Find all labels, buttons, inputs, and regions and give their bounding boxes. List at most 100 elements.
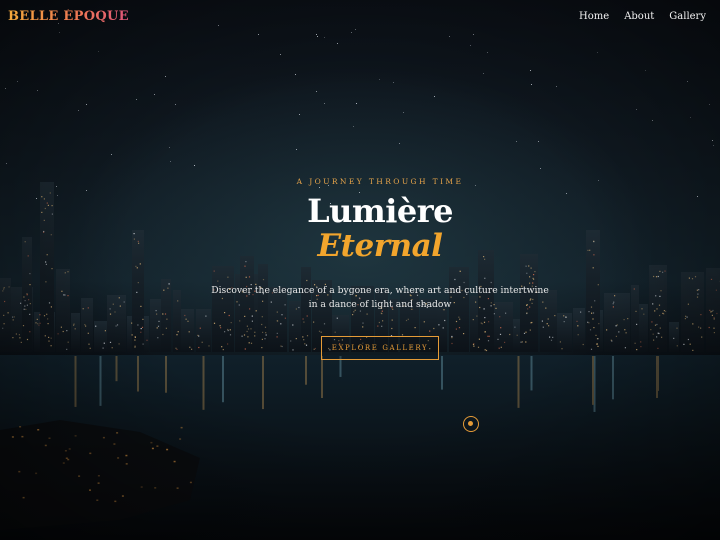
lit-window: [230, 322, 232, 324]
lit-window: [651, 321, 653, 323]
lit-window: [526, 272, 528, 274]
lit-window: [612, 306, 614, 308]
lit-window: [62, 330, 64, 333]
nav-item-home[interactable]: Home: [579, 11, 609, 22]
lit-window: [658, 304, 661, 306]
lit-window: [241, 335, 243, 337]
lit-window: [246, 330, 248, 333]
lit-window: [158, 320, 160, 322]
lit-window: [652, 303, 654, 305]
lit-window: [84, 324, 86, 326]
lit-window: [451, 337, 453, 339]
lit-window: [590, 306, 593, 308]
explore-gallery-button[interactable]: EXPLORE GALLERY: [321, 336, 439, 360]
lit-window: [463, 281, 465, 284]
lit-window: [8, 286, 10, 288]
lit-window: [189, 346, 191, 348]
lit-window: [227, 343, 229, 345]
scroll-down-circle-icon[interactable]: [463, 416, 479, 432]
nav-item-gallery[interactable]: Gallery: [669, 11, 706, 22]
lit-window: [3, 314, 5, 316]
lit-window: [580, 311, 582, 313]
lit-window: [561, 348, 563, 350]
water-reflection: [99, 356, 102, 406]
lit-window: [715, 289, 717, 291]
lit-window: [686, 316, 688, 318]
nav-item-about[interactable]: About: [624, 11, 654, 22]
water-reflection: [262, 356, 264, 410]
lit-window: [477, 346, 480, 348]
lit-window: [198, 346, 200, 349]
lit-window: [654, 310, 656, 312]
site-logo[interactable]: BELLE ÉPOQUE: [8, 9, 129, 24]
lit-window: [472, 343, 475, 346]
lit-window: [63, 294, 65, 296]
lit-window: [676, 327, 678, 329]
pier-light: [48, 437, 51, 439]
lit-window: [250, 328, 252, 330]
lit-window: [484, 349, 486, 351]
lit-window: [24, 300, 26, 302]
lit-window: [12, 337, 14, 339]
lit-window: [134, 346, 136, 348]
lit-window: [423, 321, 425, 323]
lit-window: [458, 316, 460, 318]
skyline-building: [573, 308, 585, 352]
lit-window: [624, 329, 626, 331]
lit-window: [659, 295, 661, 297]
lit-window: [616, 324, 618, 326]
pier-light: [140, 486, 143, 488]
lit-window: [589, 329, 592, 331]
lit-window: [318, 330, 321, 332]
lit-window: [509, 333, 511, 336]
lit-window: [593, 327, 595, 329]
lit-window: [248, 342, 250, 344]
lit-window: [224, 331, 226, 333]
lit-window: [713, 327, 715, 329]
water-reflection: [202, 356, 205, 410]
lit-window: [281, 314, 283, 316]
lit-window: [26, 338, 29, 341]
lit-window: [381, 313, 383, 315]
lit-window: [595, 334, 597, 336]
lit-window: [320, 331, 322, 333]
lit-window: [615, 325, 617, 327]
main-nav: Home About Gallery: [579, 11, 706, 22]
lit-window: [588, 322, 590, 324]
pier-light: [96, 499, 99, 501]
lit-window: [577, 325, 579, 327]
lit-window: [712, 309, 714, 312]
lit-window: [73, 324, 75, 326]
lit-window: [221, 346, 223, 348]
lit-window: [663, 310, 665, 312]
lit-window: [592, 312, 595, 314]
lit-window: [227, 328, 229, 331]
lit-window: [542, 326, 544, 328]
lit-window: [239, 320, 241, 322]
lit-window: [222, 349, 224, 351]
lit-window: [433, 327, 435, 330]
lit-window: [136, 267, 138, 269]
lit-window: [87, 332, 89, 334]
water-reflection: [656, 356, 658, 398]
lit-window: [381, 325, 383, 327]
pier-light: [74, 435, 77, 437]
lit-window: [188, 331, 190, 333]
lit-window: [219, 325, 221, 327]
lit-window: [664, 270, 666, 272]
lit-window: [483, 321, 486, 323]
scroll-indicator-dot: [468, 421, 473, 426]
lit-window: [591, 312, 593, 314]
lit-window: [37, 323, 39, 325]
lit-window: [13, 316, 15, 318]
lit-window: [116, 324, 119, 326]
lit-window: [176, 348, 178, 350]
lit-window: [141, 326, 144, 328]
lit-window: [689, 343, 691, 345]
lit-window: [687, 303, 689, 305]
lit-window: [248, 276, 251, 278]
lit-window: [82, 308, 84, 310]
skyline-building: [681, 272, 704, 352]
lit-window: [657, 332, 659, 334]
lit-window: [521, 341, 523, 343]
